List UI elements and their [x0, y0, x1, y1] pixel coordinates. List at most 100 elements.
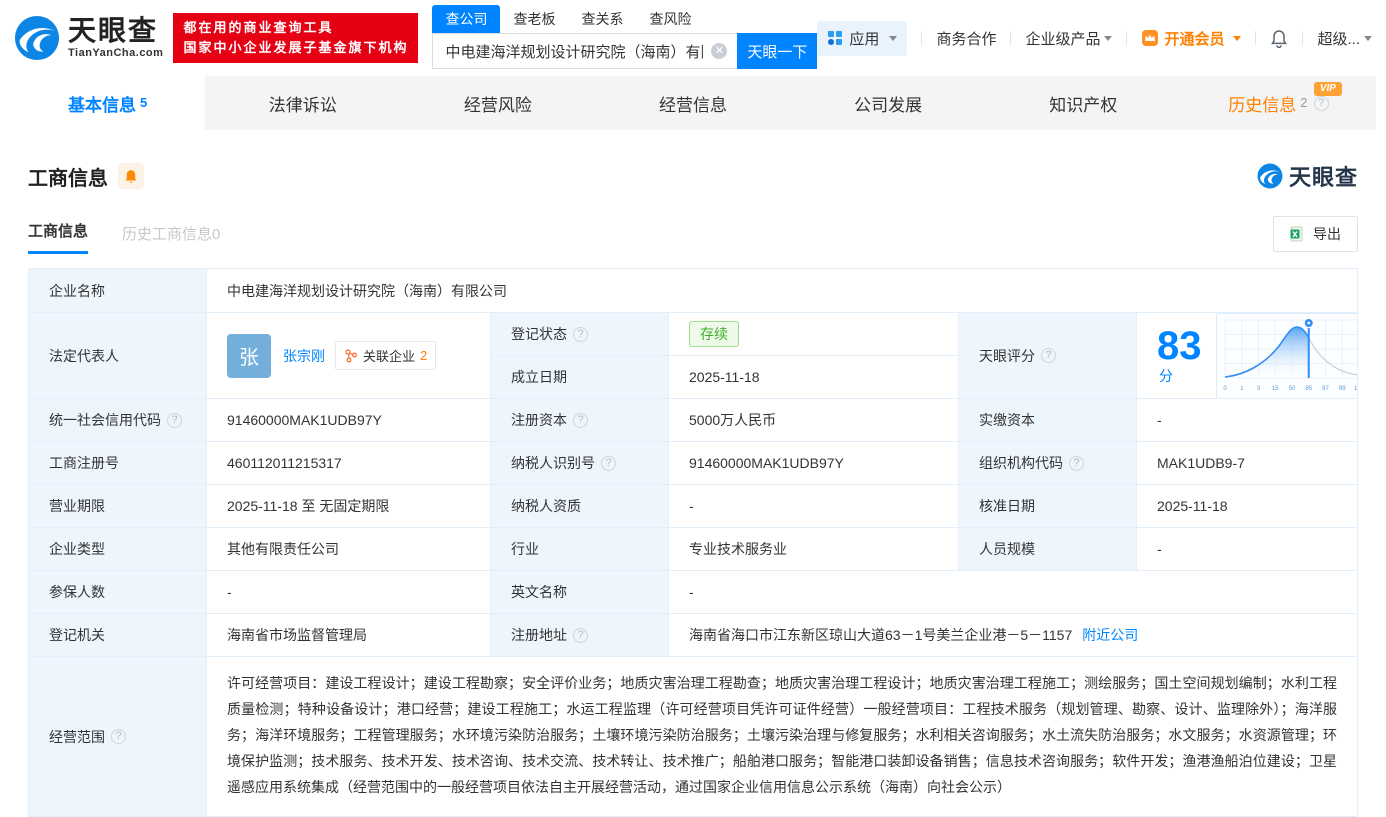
subscribe-bell-button[interactable]: [118, 163, 144, 189]
subtab-history-business-info[interactable]: 历史工商信息0: [122, 223, 220, 254]
reg-address-cell: 海南省海口市江东新区琼山大道63－1号美兰企业港－5－1157 附近公司: [669, 614, 1358, 657]
section-title: 工商信息: [28, 167, 108, 190]
taxpayer-id-value: 91460000MAK1UDB97Y: [669, 442, 959, 485]
search-tab-boss[interactable]: 查老板: [500, 5, 568, 33]
svg-text:15: 15: [1271, 386, 1278, 392]
nav-enterprise[interactable]: 企业级产品: [1025, 28, 1113, 49]
help-icon[interactable]: [1069, 455, 1084, 471]
score-cell: 83分 0 1 3 15 50 85 97 99 1: [1137, 313, 1358, 399]
svg-text:85: 85: [1305, 386, 1312, 392]
help-icon[interactable]: [1313, 95, 1329, 111]
avatar[interactable]: 张: [227, 333, 271, 378]
company-type-value: 其他有限责任公司: [207, 528, 491, 571]
reg-address-value: 海南省海口市江东新区琼山大道63－1号美兰企业港－5－1157: [689, 627, 1073, 643]
help-icon[interactable]: [167, 412, 182, 428]
svg-text:100: 100: [1353, 386, 1358, 392]
field-label: 企业类型: [29, 528, 207, 571]
taxpayer-quality-value: -: [669, 485, 959, 528]
tab-operating-risk[interactable]: 经营风险: [400, 76, 595, 130]
svg-text:50: 50: [1288, 386, 1295, 392]
help-icon[interactable]: [573, 627, 588, 643]
help-icon[interactable]: [601, 455, 616, 471]
related-companies-badge[interactable]: 关联企业 2: [335, 341, 437, 370]
top-nav: 应用 商务合作 企业级产品 开通会员 超级...: [817, 20, 1372, 56]
search-area: 查公司 查老板 查关系 查风险 ✕ 天眼一下: [432, 5, 818, 69]
brand-domain: TianYanCha.com: [68, 47, 164, 59]
apps-menu-button[interactable]: 应用: [817, 20, 908, 56]
divider: [921, 31, 923, 45]
tab-operating-info[interactable]: 经营信息: [595, 76, 790, 130]
notifications-bell-icon[interactable]: [1270, 29, 1288, 48]
field-label: 纳税人识别号: [491, 442, 669, 485]
status-badge: 存续: [689, 321, 739, 347]
field-label: 纳税人资质: [491, 485, 669, 528]
score-unit: 分: [1159, 367, 1173, 384]
legal-rep-link[interactable]: 张宗刚: [283, 346, 325, 366]
search-tab-company[interactable]: 查公司: [432, 5, 501, 33]
help-icon[interactable]: [573, 326, 588, 342]
export-button[interactable]: 导出: [1273, 216, 1358, 252]
watermark-logo: 天眼查: [1257, 160, 1358, 192]
divider: [1255, 31, 1257, 45]
apps-grid-icon: [828, 31, 843, 45]
field-label: 注册地址: [491, 614, 669, 657]
subtab-business-info[interactable]: 工商信息: [28, 220, 89, 254]
tianyancha-logo-icon: [1257, 163, 1283, 189]
tab-history-info[interactable]: VIP 历史信息 2: [1181, 76, 1376, 130]
score-value: 83: [1157, 323, 1202, 368]
reg-authority-value: 海南省市场监督管理局: [207, 614, 491, 657]
slogan-line2: 国家中小企业发展子基金旗下机构: [183, 40, 409, 55]
business-scope-value: 许可经营项目：建设工程设计；建设工程勘察；安全评价业务；地质灾害治理工程勘查；地…: [207, 657, 1358, 817]
field-label: 人员规模: [959, 528, 1137, 571]
tianyancha-logo[interactable]: 天眼查 TianYanCha.com: [14, 15, 163, 61]
establish-date-value: 2025-11-18: [669, 356, 959, 399]
tianyancha-logo-icon: [14, 15, 60, 61]
nav-open-vip[interactable]: 开通会员: [1141, 28, 1242, 49]
tab-company-development[interactable]: 公司发展: [791, 76, 986, 130]
tab-count: 2: [1300, 94, 1308, 110]
chevron-down-icon: [1364, 35, 1372, 41]
field-label: 登记状态: [491, 313, 669, 356]
vip-badge: VIP: [1313, 82, 1342, 96]
search-button[interactable]: 天眼一下: [737, 33, 818, 69]
org-structure-icon: [345, 348, 357, 362]
search-tab-risk[interactable]: 查风险: [636, 5, 704, 33]
divider: [1126, 31, 1128, 45]
help-icon[interactable]: [111, 729, 126, 744]
field-label: 核准日期: [959, 485, 1137, 528]
search-tab-relation[interactable]: 查关系: [568, 5, 636, 33]
reg-number-value: 460112011215317: [207, 442, 491, 485]
divider: [1302, 31, 1304, 45]
nav-cooperation[interactable]: 商务合作: [936, 28, 996, 49]
search-input[interactable]: [432, 33, 738, 69]
legal-rep-cell: 张 张宗刚 关联企业 2: [207, 313, 491, 399]
field-label: 参保人数: [29, 571, 207, 614]
help-icon[interactable]: [1041, 348, 1056, 363]
field-label: 经营范围: [29, 657, 207, 817]
field-label: 统一社会信用代码: [29, 399, 207, 442]
chevron-down-icon: [889, 35, 898, 41]
english-name-value: -: [669, 571, 1358, 614]
nearby-companies-link[interactable]: 附近公司: [1082, 625, 1138, 645]
apps-label: 应用: [849, 30, 880, 48]
credit-code-value: 91460000MAK1UDB97Y: [207, 399, 491, 442]
svg-text:1: 1: [1240, 386, 1244, 392]
search-tabs: 查公司 查老板 查关系 查风险: [432, 5, 817, 33]
chevron-down-icon: [1233, 35, 1242, 41]
tab-basic-info[interactable]: 基本信息 5: [10, 76, 206, 130]
field-label: 英文名称: [491, 571, 669, 614]
tab-legal-litigation[interactable]: 法律诉讼: [205, 76, 400, 130]
svg-text:3: 3: [1256, 386, 1260, 392]
field-label: 成立日期: [491, 356, 669, 399]
help-icon[interactable]: [573, 412, 588, 428]
main-content: 工商信息 天眼查 工商信息 历史工商信息0 导出 企业名称 中电建海洋规划设计研…: [28, 160, 1358, 817]
field-label: 企业名称: [29, 269, 207, 313]
approval-date-value: 2025-11-18: [1137, 485, 1358, 528]
tab-intellectual-property[interactable]: 知识产权: [986, 76, 1181, 130]
field-label: 法定代表人: [29, 313, 207, 399]
chevron-down-icon: [1104, 35, 1113, 41]
company-tab-strip: 基本信息 5 法律诉讼 经营风险 经营信息 公司发展 知识产权 VIP 历史信息…: [10, 76, 1376, 130]
company-name-value: 中电建海洋规划设计研究院（海南）有限公司: [207, 269, 1358, 313]
nav-super-vip[interactable]: 超级...: [1317, 28, 1372, 49]
score-distribution-chart: 0 1 3 15 50 85 97 99 100: [1215, 313, 1358, 398]
